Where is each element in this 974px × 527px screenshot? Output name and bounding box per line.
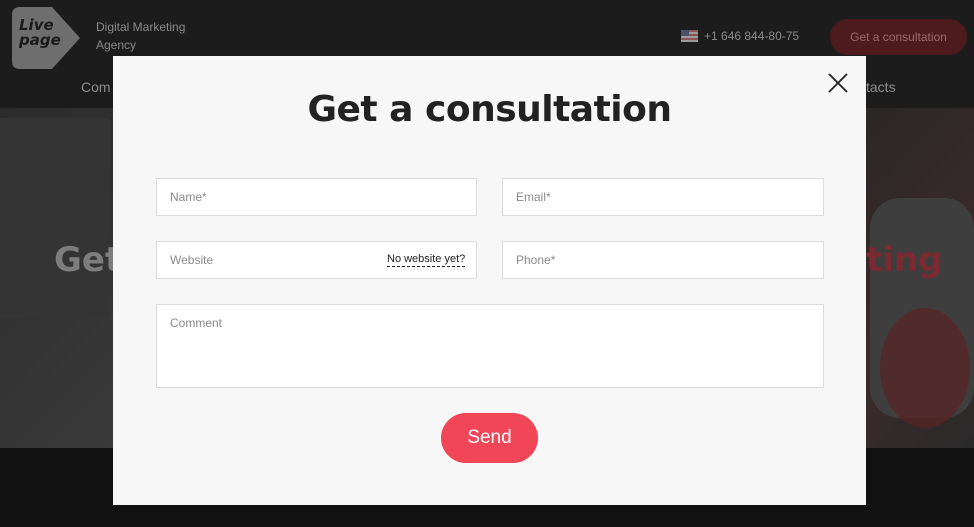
no-website-link[interactable]: No website yet? (387, 253, 466, 267)
consultation-modal: Get a consultation No website yet? Send (113, 56, 866, 505)
nav-item-contacts[interactable]: tacts (866, 79, 896, 95)
hero-title-end: ting (866, 240, 943, 280)
us-flag-icon (681, 30, 698, 42)
comment-field[interactable] (156, 304, 824, 388)
phone-number: +1 646 844-80-75 (704, 29, 800, 43)
phone-field[interactable] (502, 241, 824, 279)
modal-title: Get a consultation (307, 89, 672, 130)
hero-title-start: Get (54, 240, 122, 280)
header-consultation-button[interactable]: Get a consultation (830, 19, 967, 55)
send-button[interactable]: Send (441, 413, 538, 463)
logo-text: Live page (19, 18, 61, 48)
email-field[interactable] (502, 178, 824, 216)
hero-photo-shape (0, 118, 110, 318)
hero-photo-shape (880, 308, 970, 428)
name-field[interactable] (156, 178, 477, 216)
tagline: Digital Marketing Agency (96, 20, 186, 52)
nav-item-company[interactable]: Com (81, 79, 111, 95)
phone-link[interactable]: +1 646 844-80-75 (681, 29, 799, 43)
logo-line-2: page (19, 31, 61, 49)
